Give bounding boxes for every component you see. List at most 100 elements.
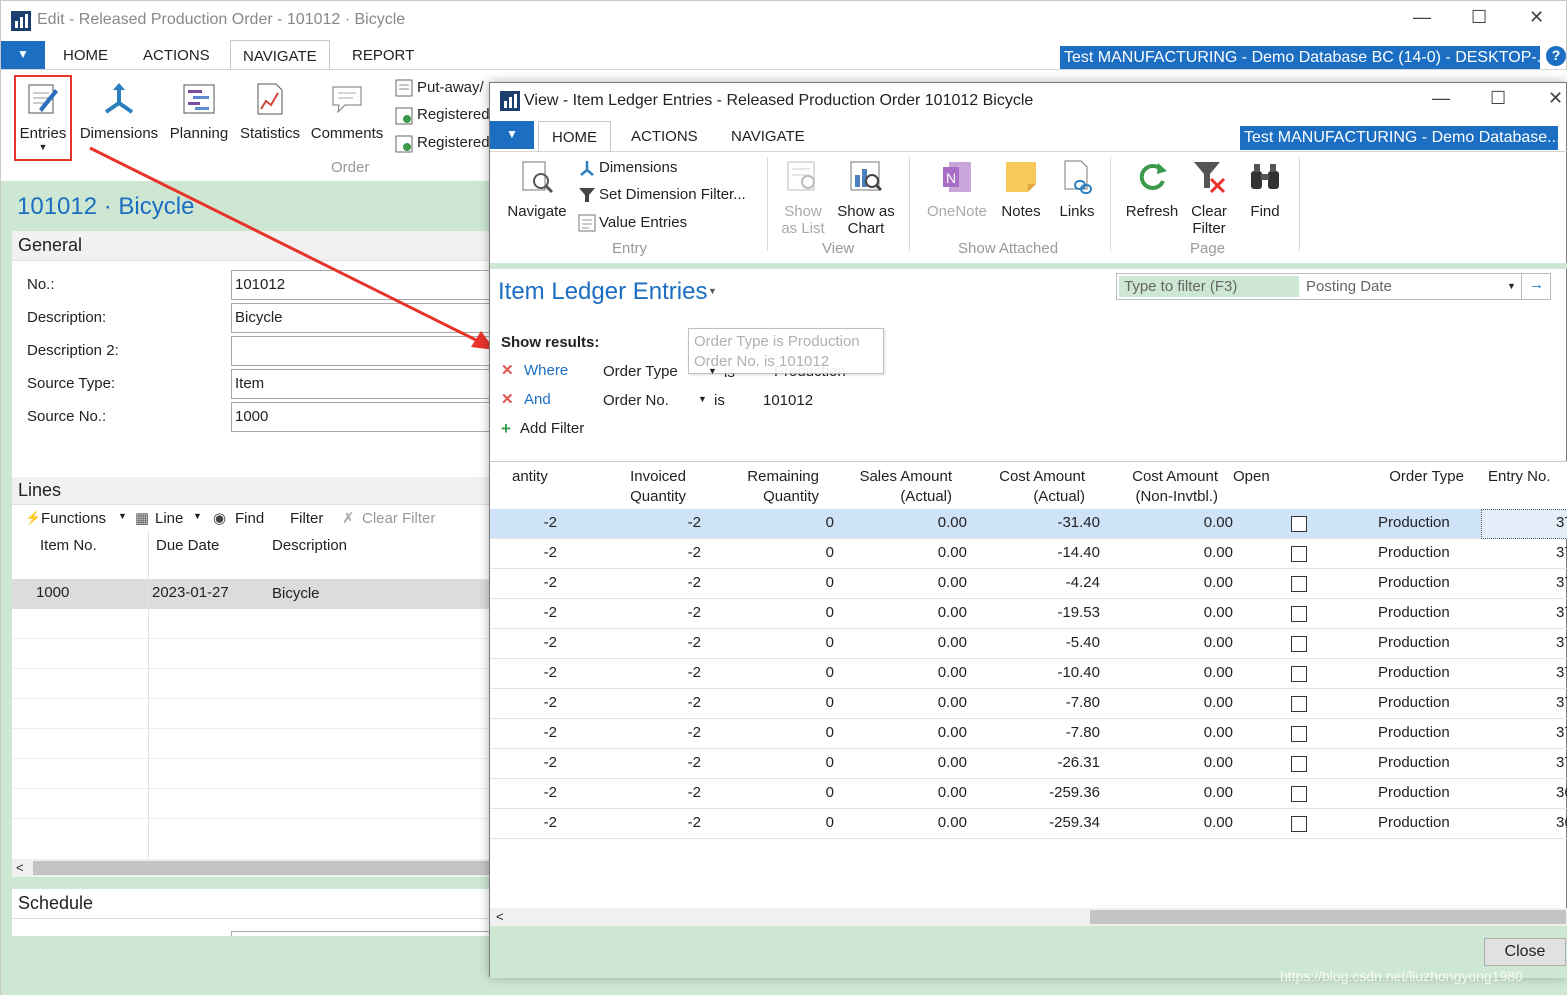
col-order-type[interactable]: Order Type (1370, 467, 1464, 487)
source-no-field[interactable]: 1000 (231, 402, 492, 432)
close-button[interactable]: Close (1484, 938, 1566, 966)
remove-filter-icon[interactable]: ✕ (501, 361, 514, 379)
source-type-field[interactable]: Item (231, 369, 492, 399)
col-invoiced-quantity[interactable]: Invoiced Quantity (590, 467, 686, 507)
tab-actions[interactable]: ACTIONS (631, 128, 698, 145)
table-row[interactable]: -2 -2 0 0.00 -10.40 0.00 Production 37 (490, 659, 1567, 689)
table-row[interactable]: -2 -2 0 0.00 -4.24 0.00 Production 37 (490, 569, 1567, 599)
col-cost-amount[interactable]: Cost Amount (Actual) (966, 467, 1085, 507)
statistics-button[interactable]: Statistics (237, 81, 303, 142)
add-filter-button[interactable]: Add Filter (520, 420, 584, 437)
open-checkbox[interactable] (1291, 786, 1307, 802)
col-cost-amount-non-invtbl[interactable]: Cost Amount (Non-Invtbl.) (1090, 467, 1218, 507)
help-icon[interactable]: ? (1546, 46, 1566, 66)
chevron-down-icon[interactable]: ▼ (1507, 281, 1516, 291)
clear-filter-button[interactable]: Clear Filter (1184, 159, 1234, 237)
show-as-list-button[interactable]: Show as List (776, 159, 830, 237)
general-header[interactable]: General (12, 231, 492, 261)
table-row[interactable]: -2 -2 0 0.00 -14.40 0.00 Production 37 (490, 539, 1567, 569)
dimensions-button[interactable]: Dimensions (77, 81, 161, 142)
lines-header[interactable]: Lines (12, 477, 492, 505)
description2-field[interactable] (231, 336, 492, 366)
col-description[interactable]: Description (272, 537, 347, 554)
table-row[interactable] (12, 579, 492, 609)
table-row[interactable]: -2 -2 0 0.00 -19.53 0.00 Production 37 (490, 599, 1567, 629)
open-checkbox[interactable] (1291, 636, 1307, 652)
functions-button[interactable]: Functions (41, 510, 106, 527)
chevron-down-icon[interactable]: ▼ (708, 366, 717, 376)
app-menu-button[interactable]: ▼ (490, 121, 534, 149)
type-to-filter-input[interactable]: Type to filter (F3) (1119, 276, 1299, 297)
minimize-icon[interactable]: — (1432, 88, 1450, 109)
table-row[interactable]: -2 -2 0 0.00 -5.40 0.00 Production 37 (490, 629, 1567, 659)
table-row[interactable]: -2 -2 0 0.00 -31.40 0.00 Production 37 (490, 509, 1567, 539)
scroll-thumb[interactable] (33, 861, 492, 875)
planning-button[interactable]: Planning (167, 81, 231, 142)
remove-filter-icon[interactable]: ✕ (501, 390, 514, 408)
open-checkbox[interactable] (1291, 546, 1307, 562)
find-button[interactable]: Find (1240, 159, 1290, 220)
putaway-button[interactable]: Put-away/ (417, 79, 484, 96)
clear-filter-button[interactable]: Clear Filter (362, 510, 435, 527)
description-field[interactable]: Bicycle (231, 303, 492, 333)
open-checkbox[interactable] (1291, 726, 1307, 742)
open-checkbox[interactable] (1291, 576, 1307, 592)
value-entries-button[interactable]: Value Entries (599, 214, 687, 231)
tab-home[interactable]: HOME (63, 47, 108, 64)
close-icon[interactable]: ✕ (1529, 7, 1544, 28)
open-checkbox[interactable] (1291, 606, 1307, 622)
filter-value-order-no[interactable]: 101012 (763, 392, 813, 409)
open-checkbox[interactable] (1291, 666, 1307, 682)
col-entry-no[interactable]: Entry No. (1488, 467, 1551, 487)
line-button[interactable]: Line (155, 510, 183, 527)
maximize-icon[interactable]: ☐ (1471, 7, 1487, 28)
find-button[interactable]: Find (235, 510, 264, 527)
registered-button-2[interactable]: Registered (417, 134, 490, 151)
tab-home[interactable]: HOME (538, 121, 611, 152)
registered-button-1[interactable]: Registered (417, 106, 490, 123)
dimensions-button[interactable]: Dimensions (599, 159, 677, 176)
open-checkbox[interactable] (1291, 816, 1307, 832)
refresh-button[interactable]: Refresh (1122, 159, 1182, 220)
schedule-field[interactable] (231, 931, 492, 936)
col-open[interactable]: Open (1233, 467, 1270, 487)
tab-report[interactable]: REPORT (352, 47, 414, 64)
maximize-icon[interactable]: ☐ (1490, 88, 1506, 109)
open-checkbox[interactable] (1291, 516, 1307, 532)
notes-button[interactable]: Notes (996, 159, 1046, 220)
col-due-date[interactable]: Due Date (156, 537, 219, 554)
col-quantity[interactable]: antity (512, 467, 548, 487)
filter-button[interactable]: Filter (290, 510, 323, 527)
entries-button[interactable]: Entries ▼ (17, 81, 69, 152)
scroll-thumb[interactable] (1090, 910, 1566, 924)
col-item-no[interactable]: Item No. (40, 537, 97, 554)
table-row[interactable]: -2 -2 0 0.00 -7.80 0.00 Production 37 (490, 719, 1567, 749)
tab-navigate[interactable]: NAVIGATE (230, 40, 330, 70)
table-row[interactable]: -2 -2 0 0.00 -7.80 0.00 Production 37 (490, 689, 1567, 719)
open-checkbox[interactable] (1291, 756, 1307, 772)
tab-navigate[interactable]: NAVIGATE (731, 128, 805, 145)
col-sales-amount[interactable]: Sales Amount (Actual) (830, 467, 952, 507)
table-row[interactable]: -2 -2 0 0.00 -259.34 0.00 Production 36 (490, 809, 1567, 839)
set-dimension-filter-button[interactable]: Set Dimension Filter... (599, 186, 746, 203)
links-button[interactable]: Links (1052, 159, 1102, 220)
focused-cell[interactable] (1481, 509, 1567, 539)
close-icon[interactable]: ✕ (1548, 88, 1563, 109)
onenote-button[interactable]: N OneNote (920, 159, 994, 220)
filter-field-order-type[interactable]: Order Type (603, 363, 678, 380)
open-checkbox[interactable] (1291, 696, 1307, 712)
chevron-down-icon[interactable]: ▼ (698, 394, 707, 404)
scroll-left-icon[interactable]: < (16, 860, 24, 875)
table-row[interactable]: -2 -2 0 0.00 -26.31 0.00 Production 37 (490, 749, 1567, 779)
minimize-icon[interactable]: — (1413, 7, 1431, 28)
filter-field-select[interactable]: Posting Date (1306, 278, 1392, 295)
no-field[interactable]: 101012 (231, 270, 492, 300)
arrow-right-icon[interactable]: → (1529, 276, 1544, 293)
list-title[interactable]: Item Ledger Entries (498, 278, 707, 306)
col-remaining-quantity[interactable]: Remaining Quantity (710, 467, 819, 507)
table-row[interactable]: -2 -2 0 0.00 -259.36 0.00 Production 36 (490, 779, 1567, 809)
navigate-button[interactable]: Navigate (502, 159, 572, 220)
scroll-left-icon[interactable]: < (496, 909, 504, 924)
add-icon[interactable]: + (501, 419, 511, 439)
show-as-chart-button[interactable]: Show as Chart (833, 159, 899, 237)
